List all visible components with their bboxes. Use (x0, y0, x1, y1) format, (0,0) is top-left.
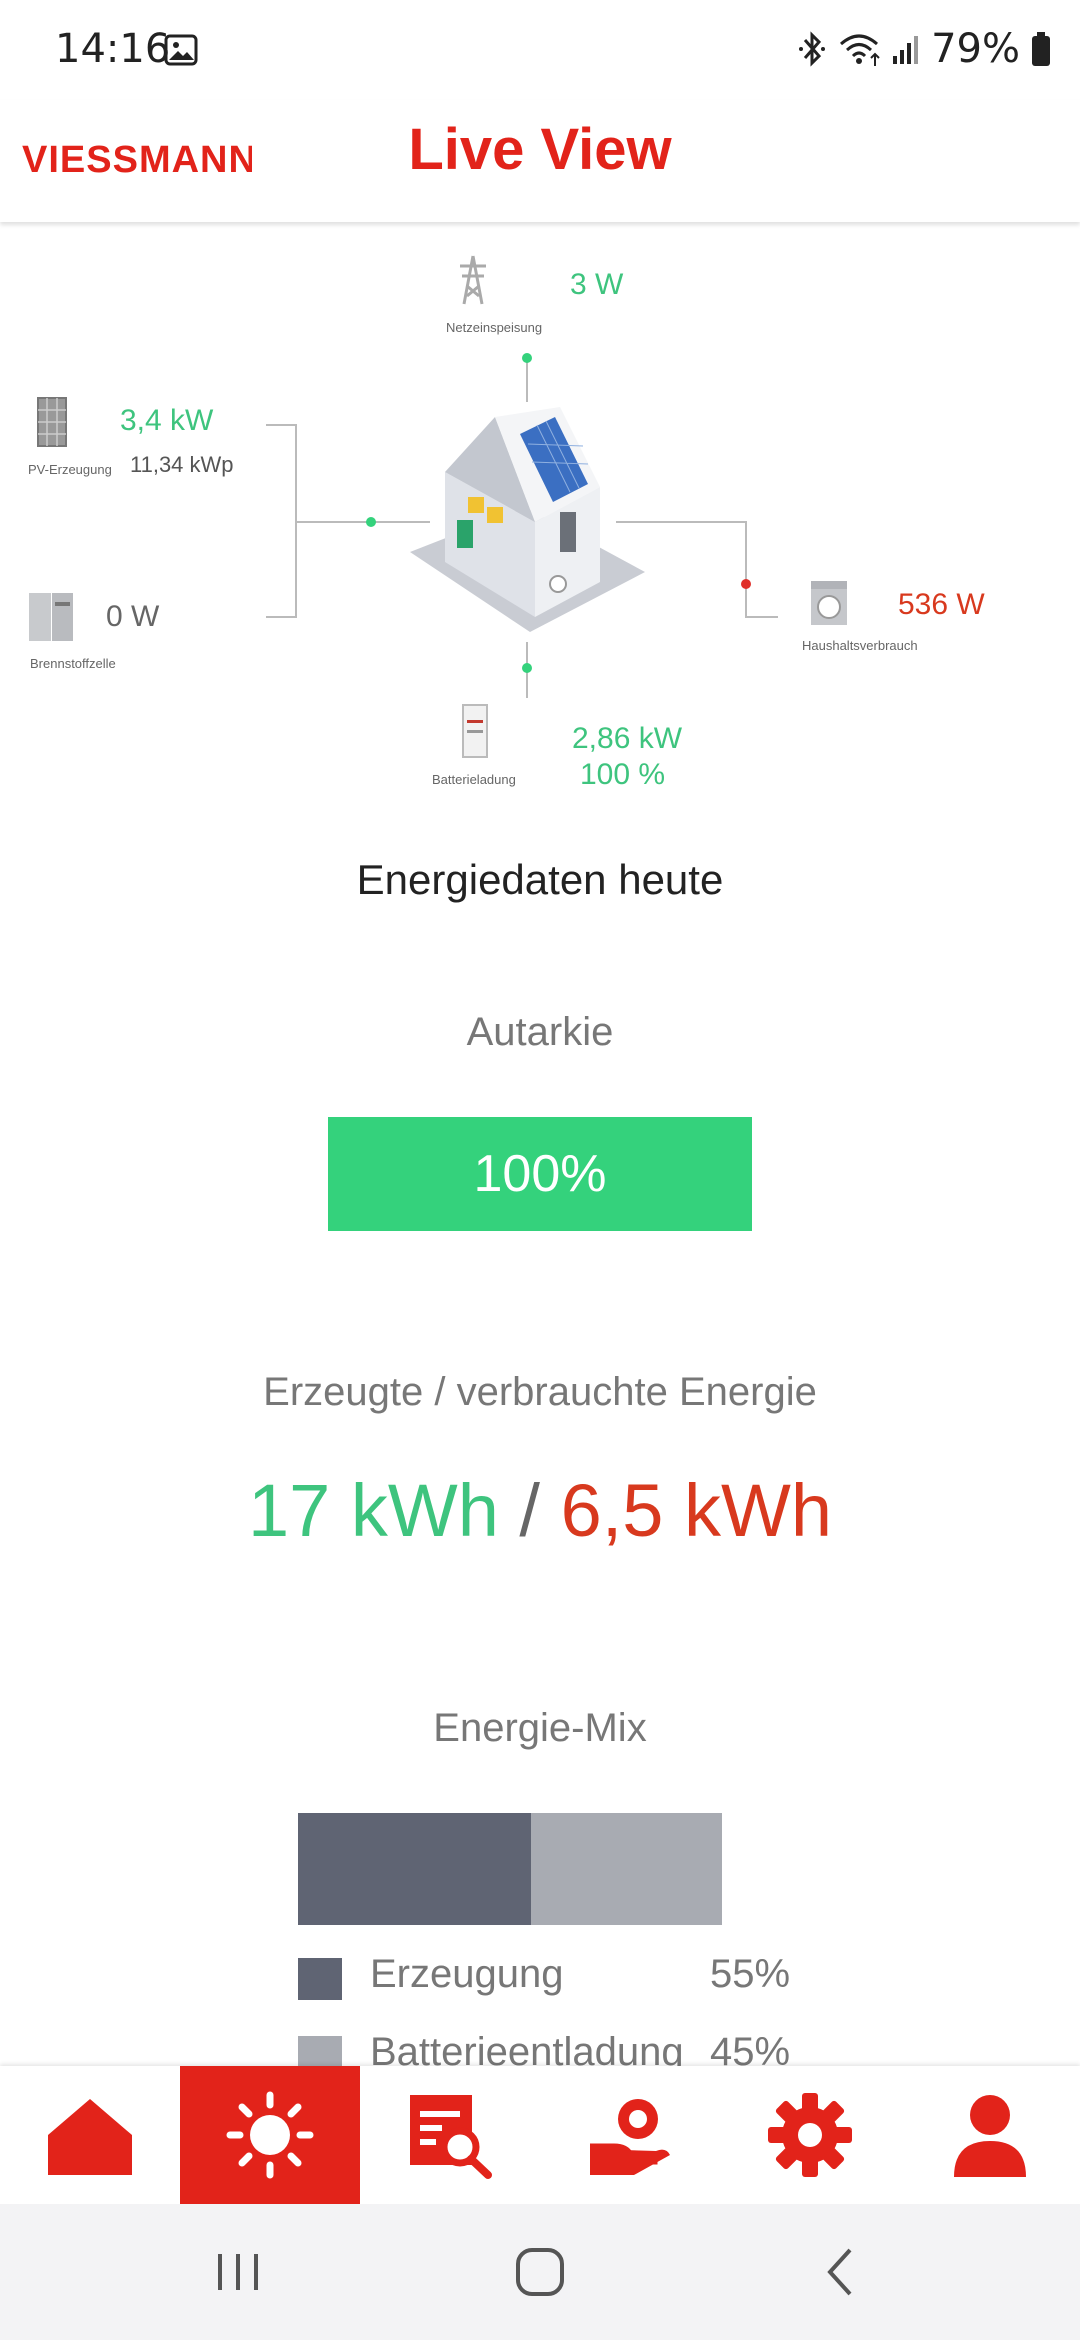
gear-icon (768, 2093, 852, 2177)
sun-icon (226, 2091, 314, 2179)
washing-machine-icon (811, 581, 847, 625)
fuel-cell-icon (29, 593, 73, 641)
gallery-icon (164, 34, 198, 66)
nav-live-view[interactable] (180, 2066, 360, 2204)
battery-percent-value: 100 % (580, 758, 666, 791)
status-bar: 14:16 79% (0, 0, 1080, 100)
back-icon[interactable] (810, 2240, 874, 2304)
solar-panel-icon (37, 397, 67, 447)
status-right: 79% (797, 26, 1052, 72)
fuel-cell-label: Brennstoffzelle (30, 656, 116, 671)
home-icon (48, 2099, 132, 2175)
battery-label: Batterieladung (432, 772, 516, 787)
energy-today-title: Energiedaten heute (356, 856, 724, 903)
autarkie-label: Autarkie (466, 1010, 614, 1054)
signal-icon (893, 36, 919, 64)
grid-label: Netzeinspeisung (446, 320, 543, 335)
recent-apps-icon[interactable] (206, 2240, 270, 2304)
battery-percent: 79% (931, 26, 1020, 72)
energy-separator: / (498, 1469, 561, 1552)
user-icon (954, 2095, 1026, 2177)
battery-value: 2,86 kW (572, 722, 683, 755)
flow-lines (266, 353, 778, 698)
legend-item-production: Erzeugung 55% (298, 1952, 798, 2002)
bluetooth-icon (799, 31, 826, 67)
nav-settings[interactable] (720, 2066, 900, 2204)
produced-energy: 17 kWh (248, 1469, 499, 1552)
status-time: 14:16 (55, 26, 171, 72)
autarkie-bar: 100% (328, 1117, 752, 1231)
home-circle-icon[interactable] (508, 2240, 572, 2304)
mix-segment-battery (531, 1813, 722, 1925)
mix-segment-production (298, 1813, 532, 1925)
legend-label: Erzeugung (370, 1952, 564, 1996)
energy-flow-diagram: Netzeinspeisung 3 W PV-Erzeugung 3,4 kW … (0, 222, 1080, 822)
energy-mix-bar (298, 1813, 722, 1925)
legend-swatch (298, 1958, 342, 2000)
battery-storage-icon (462, 704, 488, 758)
autarkie-value: 100% (473, 1145, 607, 1203)
pv-label: PV-Erzeugung (28, 462, 112, 477)
household-value: 536 W (898, 588, 985, 621)
energy-mix-label: Energie-Mix (433, 1706, 647, 1750)
bottom-navigation (0, 2066, 1080, 2204)
household-label: Haushaltsverbrauch (802, 638, 918, 653)
produced-consumed-values: 17 kWh / 6,5 kWh (0, 1468, 1080, 1553)
consumed-energy: 6,5 kWh (560, 1469, 832, 1552)
page-title: Live View (408, 117, 672, 182)
wifi-icon (840, 34, 880, 66)
produced-consumed-label: Erzeugte / verbrauchte Energie (263, 1370, 817, 1414)
nav-profile[interactable] (900, 2066, 1080, 2204)
system-navigation-bar (0, 2204, 1080, 2340)
app-header: VIESSMANN Live View (0, 100, 1080, 222)
legend-percent: 55% (710, 1952, 791, 1996)
pv-value: 3,4 kW (120, 404, 214, 437)
hand-service-icon (590, 2099, 670, 2175)
power-pylon-icon (460, 255, 486, 305)
nav-reports[interactable] (360, 2066, 540, 2204)
fuel-cell-value: 0 W (106, 600, 160, 633)
pv-peak: 11,34 kWp (130, 452, 234, 477)
battery-icon (1032, 32, 1050, 66)
house-illustration (410, 407, 645, 632)
report-search-icon (410, 2095, 492, 2179)
nav-home[interactable] (0, 2066, 180, 2204)
grid-value: 3 W (570, 268, 624, 301)
nav-service[interactable] (540, 2066, 720, 2204)
